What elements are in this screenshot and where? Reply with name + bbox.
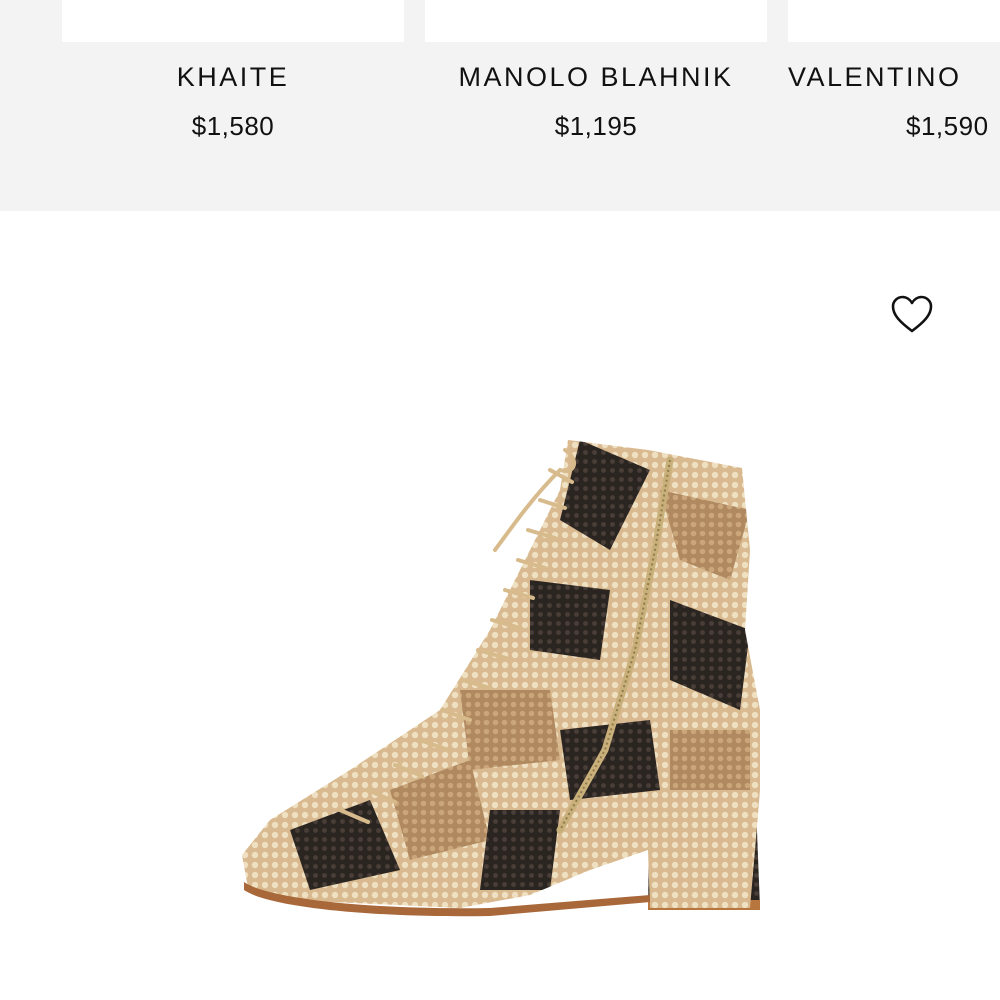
product-price: $1,590 bbox=[906, 111, 989, 141]
product-thumbnail[interactable] bbox=[62, 0, 404, 42]
product-price: $1,580 bbox=[191, 111, 275, 141]
product-brand[interactable]: MANOLO BLAHNIK bbox=[425, 62, 767, 93]
related-products-carousel: KHAITE $1,580 MANOLO BLAHNIK $1,195 VALE… bbox=[0, 0, 1000, 211]
product-brand[interactable]: KHAITE bbox=[62, 62, 404, 93]
related-product-card[interactable]: VALENTINO $1,590 bbox=[788, 0, 1000, 211]
wishlist-button[interactable] bbox=[888, 292, 936, 336]
product-thumbnail[interactable] bbox=[425, 0, 767, 42]
related-product-card[interactable]: KHAITE $1,580 bbox=[62, 0, 404, 211]
product-thumbnail[interactable] bbox=[788, 0, 1000, 42]
related-product-card[interactable]: MANOLO BLAHNIK $1,195 bbox=[425, 0, 767, 211]
heart-outline-icon bbox=[891, 295, 933, 333]
product-image[interactable] bbox=[230, 430, 770, 930]
product-brand[interactable]: VALENTINO bbox=[788, 62, 1000, 93]
product-price: $1,195 bbox=[554, 111, 638, 141]
